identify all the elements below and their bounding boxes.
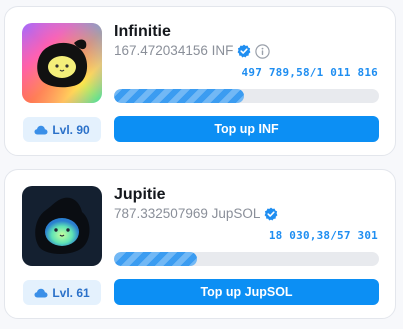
progress-text: 497 789,58/1 011 816: [241, 66, 378, 79]
cloud-icon: [34, 288, 48, 298]
info-icon[interactable]: [255, 43, 271, 59]
progress-text: 18 030,38/57 301: [268, 229, 378, 242]
pet-card-infinitie: Lvl. 90 Infinitie 167.472034156 INF 497 …: [4, 6, 396, 156]
jupitie-pet-image: [22, 186, 102, 266]
verified-badge-icon: [237, 44, 251, 58]
token-balance: 167.472034156 INF: [114, 43, 234, 58]
pet-name: Infinitie: [114, 23, 171, 40]
infinitie-pet-image: [22, 23, 102, 103]
progress-bar: [114, 252, 379, 266]
progress-fill: [114, 252, 198, 266]
level-badge: Lvl. 61: [23, 280, 101, 305]
pet-avatar-jupitie[interactable]: [22, 186, 102, 266]
level-label: Lvl. 90: [52, 122, 90, 137]
pet-card-jupitie: Lvl. 61 Jupitie 787.332507969 JupSOL 18 …: [4, 169, 396, 319]
top-up-button[interactable]: Top up INF: [114, 116, 379, 142]
balance-row: 167.472034156 INF: [114, 43, 271, 59]
pet-name: Jupitie: [114, 186, 166, 203]
verified-badge-icon: [264, 207, 278, 221]
top-up-button[interactable]: Top up JupSOL: [114, 279, 379, 305]
progress-bar: [114, 89, 379, 103]
pet-avatar-infinitie[interactable]: [22, 23, 102, 103]
level-label: Lvl. 61: [52, 285, 90, 300]
cloud-icon: [34, 125, 48, 135]
token-balance: 787.332507969 JupSOL: [114, 206, 261, 221]
progress-fill: [114, 89, 245, 103]
level-badge: Lvl. 90: [23, 117, 101, 142]
balance-row: 787.332507969 JupSOL: [114, 206, 278, 222]
